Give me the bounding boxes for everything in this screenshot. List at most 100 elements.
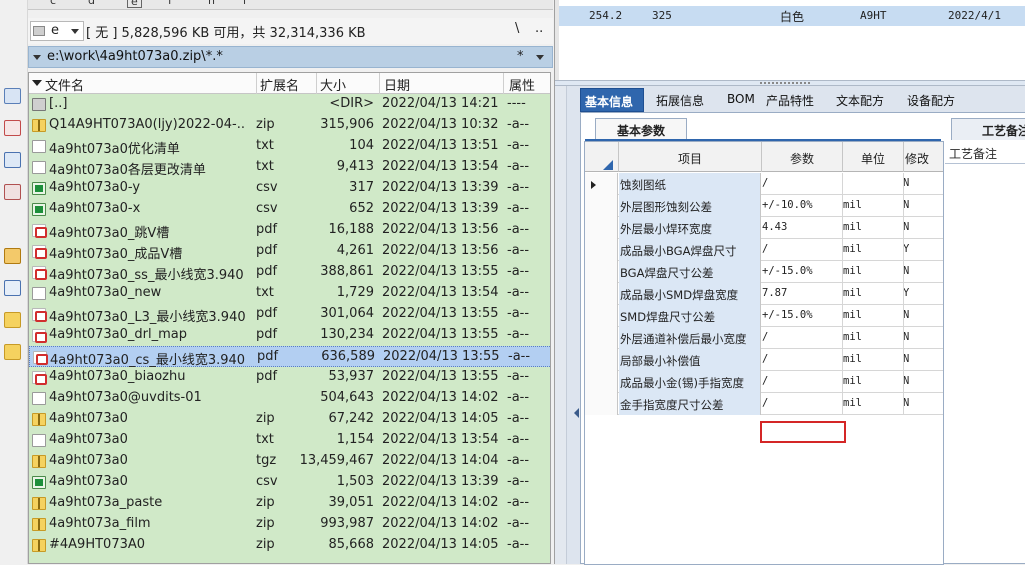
param-row[interactable]: 成品最小BGA焊盘尺寸 / mil Y <box>585 239 943 261</box>
column-header-item[interactable]: 项目 <box>619 150 761 167</box>
param-row[interactable]: 外层通道补偿后最小宽度 / mil N <box>585 327 943 349</box>
file-row[interactable]: 4a9ht073a0 tgz 13,459,467 2022/04/13 14:04-… <box>29 451 550 472</box>
filter-label[interactable]: * <box>517 49 524 64</box>
path-bar[interactable]: e:\work\4a9ht073a0.zip\*.* * <box>28 46 553 68</box>
file-row[interactable]: 4a9ht073a0 csv 1,503 2022/04/13 13:39 -a-- <box>29 472 550 493</box>
folder-icon[interactable] <box>4 312 21 328</box>
file-row-selected[interactable]: 4a9ht073a0_cs_最小线宽3.940 pdf 636,589 2022/04… <box>29 346 550 368</box>
row-selector[interactable] <box>585 305 618 327</box>
file-row[interactable]: 4a9ht073a0_跳V槽 pdf 16,188 2022/04/13 13:56-… <box>29 220 550 241</box>
file-row[interactable]: 4a9ht073a_paste zip 39,051 2022/04/13 14:02… <box>29 493 550 514</box>
row-selector[interactable] <box>585 217 618 239</box>
column-header-name[interactable]: 文件名 <box>45 75 84 94</box>
file-list-panel[interactable]: 文件名 扩展名 大小 日期 属性 [..] <DIR> 2022/04/13 14:… <box>28 72 551 564</box>
column-divider <box>842 393 843 415</box>
row-selector[interactable] <box>585 283 618 305</box>
root-dir-button[interactable]: \ <box>515 21 519 36</box>
vertical-scrollbar[interactable] <box>555 86 567 564</box>
column-divider[interactable] <box>256 73 257 94</box>
row-selector[interactable] <box>585 349 618 371</box>
file-size: 993,987 <box>320 516 374 531</box>
drive-button-h[interactable]: h <box>208 0 215 8</box>
file-row[interactable]: 4a9ht073a0@uvdits-01 504,643 2022/04/13 14… <box>29 388 550 409</box>
file-row[interactable]: 4a9ht073a0-x csv 652 2022/04/13 13:39 -a-- <box>29 199 550 220</box>
parent-dir-button[interactable]: .. <box>535 21 543 36</box>
find-file-icon[interactable] <box>4 120 21 136</box>
tab-text-recipe[interactable]: 文本配方 <box>836 88 884 112</box>
file-row[interactable]: 4a9ht073a0各层更改清单 txt 9,413 2022/04/13 13:54… <box>29 157 550 178</box>
column-header-date[interactable]: 日期 <box>384 75 410 94</box>
column-header-size[interactable]: 大小 <box>320 75 346 94</box>
column-divider <box>903 327 904 349</box>
drive-select[interactable]: e <box>30 21 84 41</box>
file-row[interactable]: [..] <DIR> 2022/04/13 14:21 ---- <box>29 94 550 115</box>
param-row[interactable]: 金手指宽度尺寸公差 / mil N <box>585 393 943 415</box>
top-grid-row[interactable]: 254.2 325 白色 A9HT 2022/4/1 <box>559 6 1025 26</box>
row-selector[interactable] <box>585 371 618 393</box>
search-icon[interactable] <box>4 88 21 104</box>
param-row[interactable]: 外层图形蚀刻公差 +/-10.0% mil N <box>585 195 943 217</box>
file-row[interactable]: 4a9ht073a0_new txt 1,729 2022/04/13 13:54 -a… <box>29 283 550 304</box>
top-grid-cell: 白色 <box>780 10 805 24</box>
file-row[interactable]: 4a9ht073a0优化清单 txt 104 2022/04/13 13:51 -a-- <box>29 136 550 157</box>
row-selector[interactable] <box>585 195 618 217</box>
column-header-ext[interactable]: 扩展名 <box>260 75 299 94</box>
param-row[interactable]: BGA焊盘尺寸公差 +/-15.0% mil N <box>585 261 943 283</box>
tab-extended-info[interactable]: 拓展信息 <box>656 88 704 112</box>
param-item: 局部最小补偿值 <box>619 349 761 371</box>
history-dropdown-icon[interactable] <box>33 55 41 60</box>
column-header-modify[interactable]: 修改 <box>905 150 943 167</box>
column-divider[interactable] <box>379 73 380 94</box>
param-row[interactable]: SMD焊盘尺寸公差 +/-15.0% mil N <box>585 305 943 327</box>
row-selector[interactable] <box>585 393 618 415</box>
tab-basic-info[interactable]: 基本信息 <box>580 88 644 112</box>
tab-product-features[interactable]: 产品特性 <box>766 88 814 112</box>
file-row[interactable]: 4a9ht073a0_成品V槽 pdf 4,261 2022/04/13 13:56-… <box>29 241 550 262</box>
tab-process-remarks[interactable]: 工艺备注 <box>951 118 1025 140</box>
drive-button-f[interactable]: f <box>168 0 172 8</box>
param-row[interactable]: 蚀刻图纸 / N <box>585 173 943 195</box>
param-row[interactable]: 成品最小金(锡)手指宽度 / mil N <box>585 371 943 393</box>
drive-button-d[interactable]: d <box>88 0 95 8</box>
tab-equipment-recipe[interactable]: 设备配方 <box>907 88 955 112</box>
chevron-down-icon <box>71 29 79 34</box>
folder-open-icon[interactable] <box>4 344 21 360</box>
column-header-unit[interactable]: 单位 <box>843 150 903 167</box>
row-selector[interactable] <box>585 261 618 283</box>
move-icon[interactable] <box>4 184 21 200</box>
file-size: 67,242 <box>328 411 375 426</box>
tab-bom[interactable]: BOM <box>727 88 755 112</box>
file-row[interactable]: 4a9ht073a0_biaozhu pdf 53,937 2022/04/13 13… <box>29 367 550 388</box>
file-row[interactable]: 4a9ht073a0_ss_最小线宽3.940 pdf 388,861 2022/04… <box>29 262 550 283</box>
file-row[interactable]: 4a9ht073a_film zip 993,987 2022/04/13 14:02… <box>29 514 550 535</box>
tab-basic-params[interactable]: 基本参数 <box>595 118 687 140</box>
chevron-down-icon[interactable] <box>536 55 544 60</box>
column-divider[interactable] <box>503 73 504 94</box>
pack-icon[interactable] <box>4 248 21 264</box>
collapse-left-icon[interactable] <box>574 408 579 418</box>
splitter-grip[interactable] <box>760 82 810 85</box>
param-row[interactable]: 成品最小SMD焊盘宽度 7.87 mil Y <box>585 283 943 305</box>
file-row[interactable]: 4a9ht073a0_L3_最小线宽3.940 pdf 301,064 2022/04… <box>29 304 550 325</box>
drive-button-i[interactable]: i <box>243 0 246 8</box>
file-row[interactable]: 4a9ht073a0-y csv 317 2022/04/13 13:39 -a-- <box>29 178 550 199</box>
row-selector[interactable] <box>585 327 618 349</box>
network-icon[interactable] <box>4 280 21 296</box>
drive-button-e[interactable]: e <box>127 0 142 8</box>
param-row[interactable]: 局部最小补偿值 / mil N <box>585 349 943 371</box>
row-selector[interactable] <box>585 173 618 195</box>
file-row[interactable]: #4A9HT073A0 zip 85,668 2022/04/13 14:05 -a-- <box>29 535 550 556</box>
file-row[interactable]: 4a9ht073a0_drl_map pdf 130,234 2022/04/13 1… <box>29 325 550 346</box>
file-row[interactable]: 4a9ht073a0 txt 1,154 2022/04/13 13:54 -a-- <box>29 430 550 451</box>
file-row[interactable]: 4a9ht073a0 zip 67,242 2022/04/13 14:05 -a-- <box>29 409 550 430</box>
row-selector[interactable] <box>585 239 618 261</box>
file-row[interactable]: Q14A9HT073A0(ljy)2022-04-.. zip 315,906 202… <box>29 115 550 136</box>
column-header-param[interactable]: 参数 <box>762 150 842 167</box>
column-header-attr[interactable]: 属性 <box>509 75 535 94</box>
drive-button-c[interactable]: c <box>50 0 56 8</box>
column-divider[interactable] <box>316 73 317 94</box>
param-row[interactable]: 外层最小焊环宽度 4.43 mil N <box>585 217 943 239</box>
pdf-file-icon <box>32 266 47 280</box>
param-grid[interactable]: 项目 参数 单位 修改 蚀刻图纸 / N 外层图形蚀刻公差 +/-10.0% mil N 外层… <box>584 141 944 565</box>
copy-icon[interactable] <box>4 152 21 168</box>
